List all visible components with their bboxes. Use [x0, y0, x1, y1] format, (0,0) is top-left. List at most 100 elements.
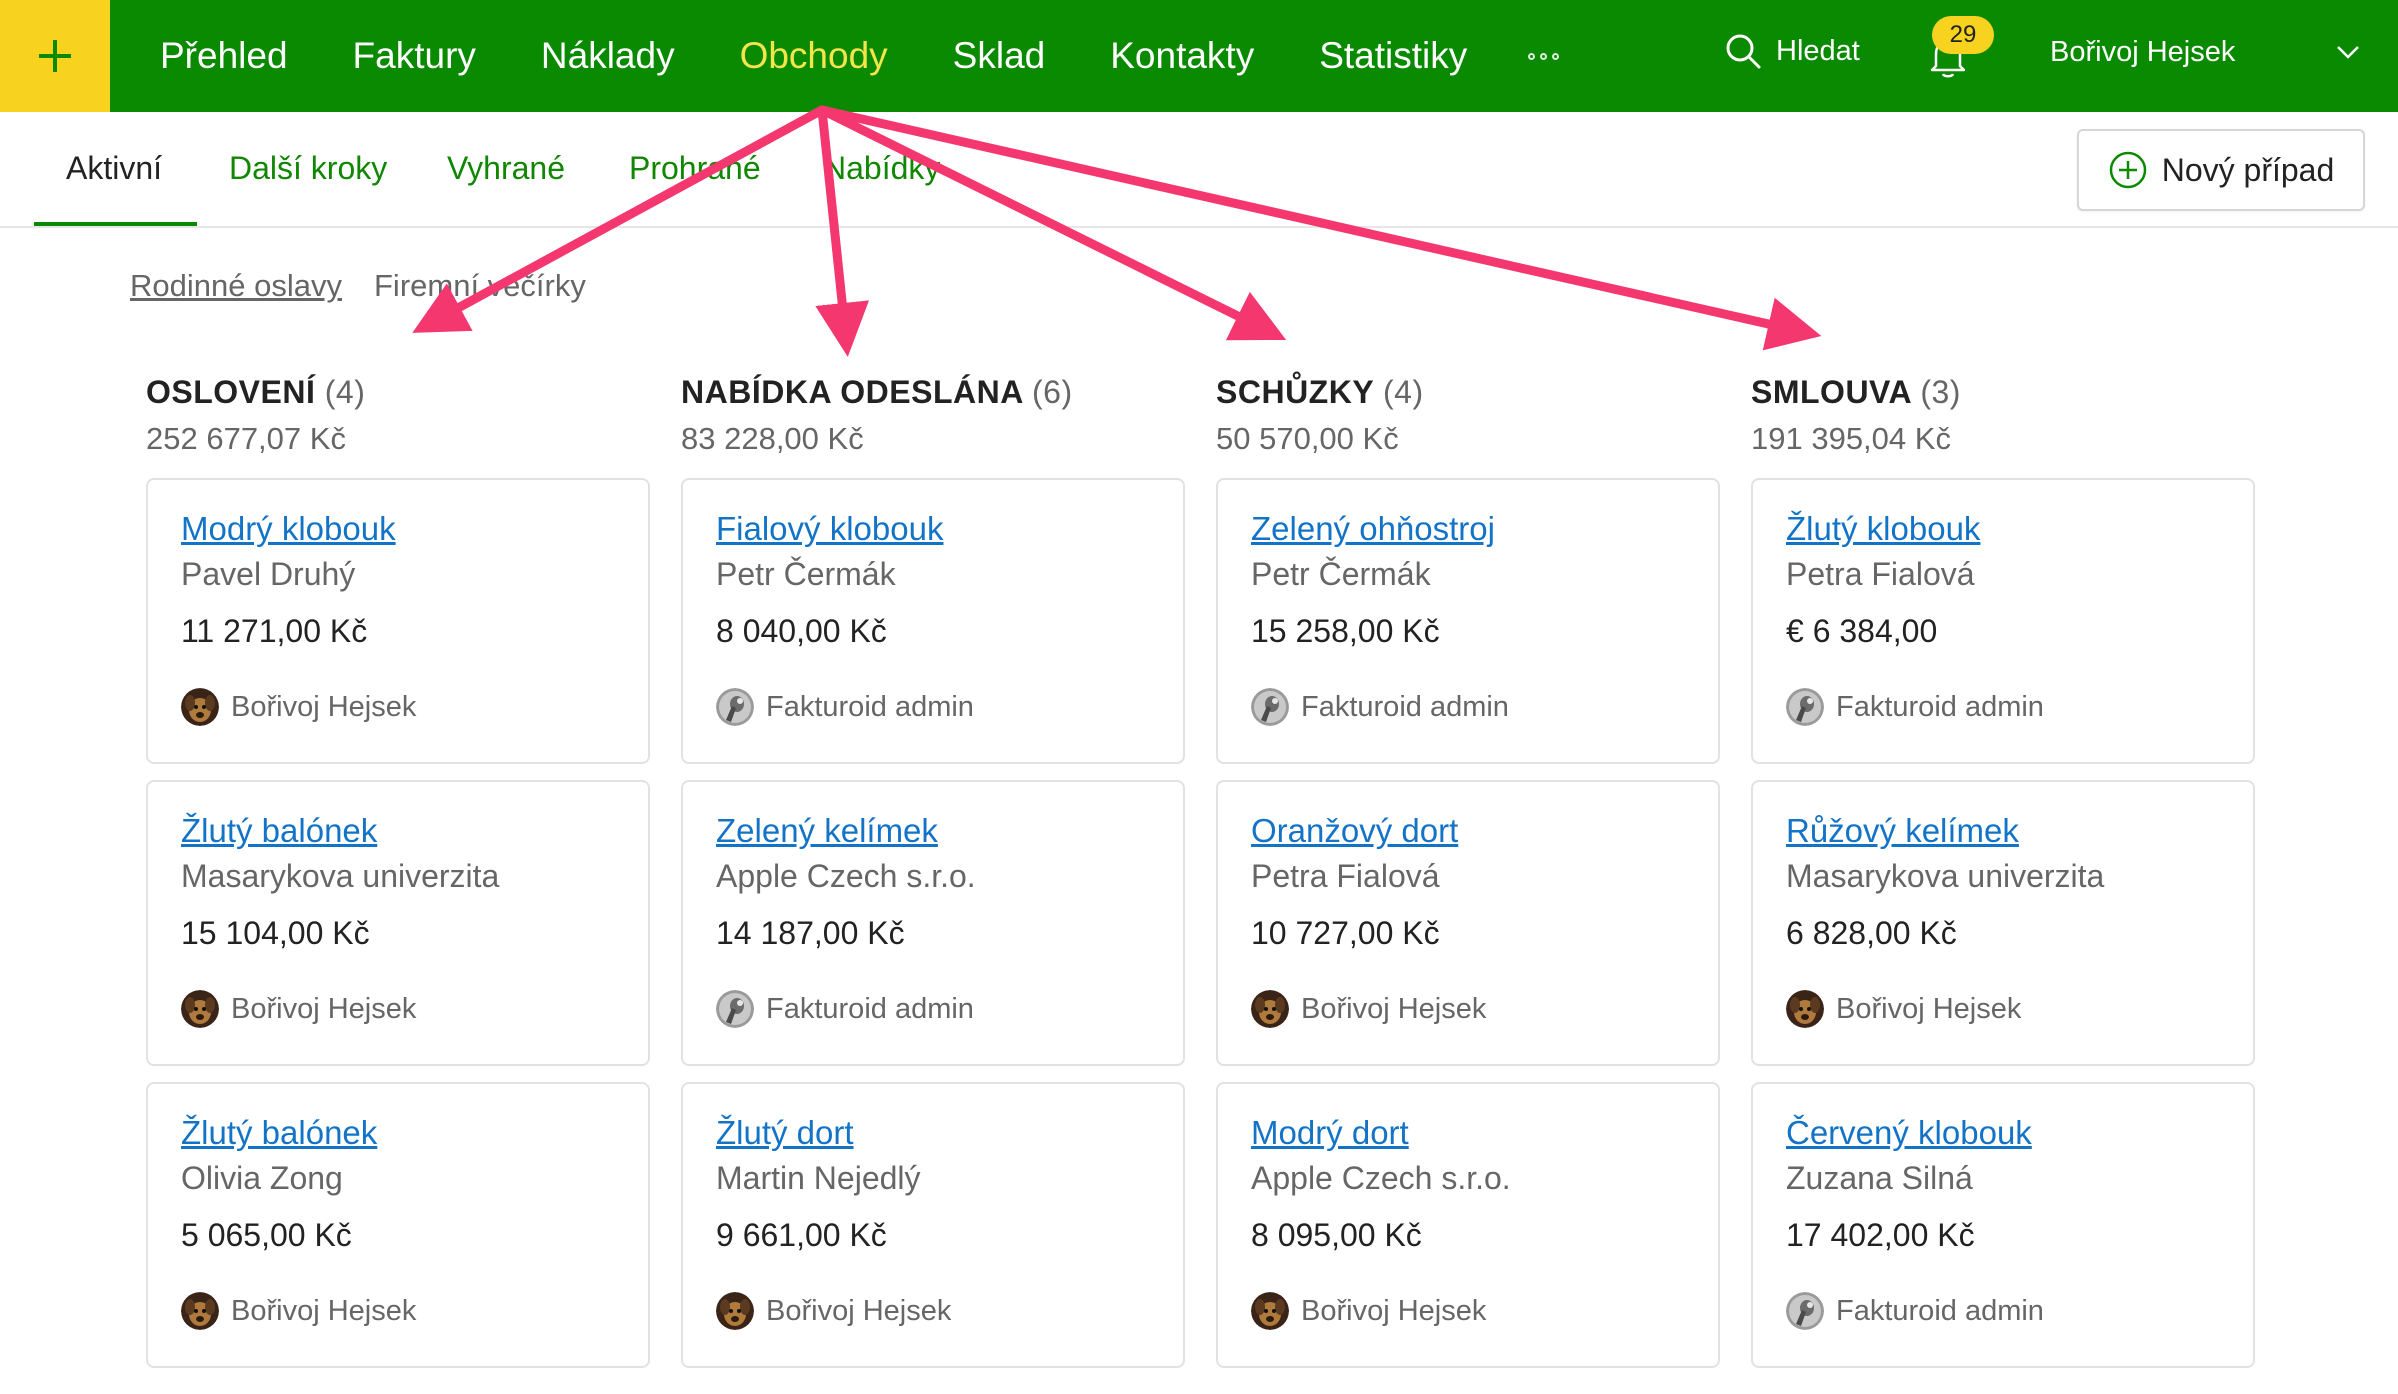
tab-dalsi-kroky[interactable]: Další kroky	[229, 150, 387, 187]
tab-prohrane[interactable]: Prohrané	[629, 150, 761, 187]
deal-amount: 10 727,00 Kč	[1251, 915, 1440, 951]
owner-name: Fakturoid admin	[1301, 690, 1509, 723]
deal-owner: Bořivoj Hejsek	[716, 1292, 1183, 1330]
deal-amount: 14 187,00 Kč	[716, 915, 905, 951]
nav-item-statistiky[interactable]: Statistiky	[1319, 35, 1467, 77]
nav-item-prehled[interactable]: Přehled	[160, 35, 288, 77]
deal-owner: Fakturoid admin	[1786, 1292, 2253, 1330]
deal-amount: 11 271,00 Kč	[181, 613, 368, 649]
deal-title-link[interactable]: Růžový kelímek	[1786, 812, 2253, 850]
avatar	[1251, 688, 1289, 726]
deal-title-link[interactable]: Žlutý klobouk	[1786, 510, 2253, 548]
deal-client: Zuzana Silná	[1786, 1160, 1973, 1196]
deal-title-link[interactable]: Červený klobouk	[1786, 1114, 2253, 1152]
deal-client: Petr Čermák	[716, 556, 896, 592]
chevron-down-icon[interactable]	[2336, 44, 2360, 60]
owner-name: Bořivoj Hejsek	[766, 1294, 952, 1327]
top-navigation-bar: Přehled Faktury Náklady Obchody Sklad Ko…	[0, 0, 2398, 112]
avatar	[716, 688, 754, 726]
more-dots-icon[interactable]	[1528, 52, 1560, 60]
nav-item-sklad[interactable]: Sklad	[953, 35, 1046, 77]
avatar	[716, 990, 754, 1028]
create-new-button[interactable]	[0, 0, 110, 112]
deal-client: Petra Fialová	[1251, 858, 1440, 894]
pipeline-rodinne-oslavy[interactable]: Rodinné oslavy	[130, 268, 342, 304]
column-stage-name: OSLOVENÍ	[146, 374, 316, 410]
deal-title-link[interactable]: Zelený kelímek	[716, 812, 1183, 850]
owner-name: Bořivoj Hejsek	[1301, 1294, 1487, 1327]
search-icon	[1726, 34, 1761, 69]
notification-badge: 29	[1932, 16, 1994, 54]
tab-vyhrane[interactable]: Vyhrané	[447, 150, 565, 187]
search-label: Hledat	[1776, 34, 1860, 67]
column-stage-name: NABÍDKA ODESLÁNA	[681, 374, 1023, 410]
deal-title-link[interactable]: Fialový klobouk	[716, 510, 1183, 548]
column-title: NABÍDKA ODESLÁNA (6)	[681, 374, 1185, 411]
deal-title-link[interactable]: Žlutý balónek	[181, 812, 648, 850]
avatar	[716, 1292, 754, 1330]
owner-name: Fakturoid admin	[1836, 1294, 2044, 1327]
column-total: 50 570,00 Kč	[1216, 421, 1399, 456]
avatar	[1786, 990, 1824, 1028]
deal-card[interactable]: Červený klobouk Zuzana Silná 17 402,00 Kč …	[1751, 1082, 2255, 1368]
deal-card[interactable]: Modrý klobouk Pavel Druhý 11 271,00 Kč Boř…	[146, 478, 650, 764]
deal-card[interactable]: Růžový kelímek Masarykova univerzita 6 828…	[1751, 780, 2255, 1066]
avatar	[181, 1292, 219, 1330]
deal-client: Petra Fialová	[1786, 556, 1975, 592]
column-total: 191 395,04 Kč	[1751, 421, 1951, 456]
new-case-label: Nový případ	[2161, 151, 2335, 188]
column-total: 83 228,00 Kč	[681, 421, 864, 456]
deal-title-link[interactable]: Žlutý balónek	[181, 1114, 648, 1152]
deal-owner: Fakturoid admin	[1786, 688, 2253, 726]
deal-amount: 15 258,00 Kč	[1251, 613, 1440, 649]
deal-amount: 6 828,00 Kč	[1786, 915, 1957, 951]
deal-owner: Bořivoj Hejsek	[1786, 990, 2253, 1028]
deal-amount: 15 104,00 Kč	[181, 915, 370, 951]
owner-name: Fakturoid admin	[1836, 690, 2044, 723]
tab-aktivni[interactable]: Aktivní	[66, 150, 162, 187]
active-tab-indicator	[34, 222, 197, 226]
column-count: (4)	[324, 374, 366, 410]
deal-title-link[interactable]: Oranžový dort	[1251, 812, 1718, 850]
pipeline-firemni-vecirky[interactable]: Firemní večírky	[374, 268, 586, 304]
nav-item-naklady[interactable]: Náklady	[541, 35, 675, 77]
deal-card[interactable]: Žlutý dort Martin Nejedlý 9 661,00 Kč Boři…	[681, 1082, 1185, 1368]
search-button[interactable]: Hledat	[1724, 32, 1860, 70]
nav-item-faktury[interactable]: Faktury	[353, 35, 476, 77]
plus-circle-icon	[2109, 151, 2146, 189]
avatar	[1251, 990, 1289, 1028]
nav-item-kontakty[interactable]: Kontakty	[1110, 35, 1254, 77]
deal-card[interactable]: Zelený kelímek Apple Czech s.r.o. 14 187,0…	[681, 780, 1185, 1066]
deal-title-link[interactable]: Žlutý dort	[716, 1114, 1183, 1152]
deal-card[interactable]: Fialový klobouk Petr Čermák 8 040,00 Kč Fa…	[681, 478, 1185, 764]
deal-title-link[interactable]: Zelený ohňostroj	[1251, 510, 1718, 548]
deal-card[interactable]: Modrý dort Apple Czech s.r.o. 8 095,00 Kč …	[1216, 1082, 1720, 1368]
column-count: (4)	[1382, 374, 1424, 410]
avatar	[181, 990, 219, 1028]
deal-card[interactable]: Žlutý balónek Masarykova univerzita 15 104…	[146, 780, 650, 1066]
pipeline-column: NABÍDKA ODESLÁNA (6) 83 228,00 Kč Fialový …	[681, 374, 1185, 1368]
tab-nabidky[interactable]: Nabídky	[823, 150, 940, 187]
user-menu[interactable]: Bořivoj Hejsek	[2050, 36, 2235, 69]
deal-card[interactable]: Žlutý klobouk Petra Fialová € 6 384,00 Fak…	[1751, 478, 2255, 764]
deal-title-link[interactable]: Modrý klobouk	[181, 510, 648, 548]
column-stage-name: SMLOUVA	[1751, 374, 1911, 410]
owner-name: Bořivoj Hejsek	[1836, 992, 2022, 1025]
column-count: (6)	[1032, 374, 1073, 410]
deal-card[interactable]: Žlutý balónek Olivia Zong 5 065,00 Kč Boři…	[146, 1082, 650, 1368]
deal-card[interactable]: Zelený ohňostroj Petr Čermák 15 258,00 Kč …	[1216, 478, 1720, 764]
column-stage-name: SCHŮZKY	[1216, 374, 1374, 410]
pipeline-column: OSLOVENÍ (4) 252 677,07 Kč Modrý klobouk Pa…	[146, 374, 650, 1368]
new-case-button[interactable]: Nový případ	[2077, 129, 2365, 211]
deal-client: Martin Nejedlý	[716, 1160, 921, 1196]
pipeline-column: SCHŮZKY (4) 50 570,00 Kč Zelený ohňostroj P…	[1216, 374, 1720, 1368]
deal-title-link[interactable]: Modrý dort	[1251, 1114, 1718, 1152]
deal-owner: Bořivoj Hejsek	[1251, 990, 1718, 1028]
avatar	[1786, 688, 1824, 726]
deal-card[interactable]: Oranžový dort Petra Fialová 10 727,00 Kč B…	[1216, 780, 1720, 1066]
avatar	[1251, 1292, 1289, 1330]
owner-name: Fakturoid admin	[766, 690, 974, 723]
column-total: 252 677,07 Kč	[146, 421, 346, 456]
nav-item-obchody[interactable]: Obchody	[740, 35, 888, 77]
deal-amount: 8 040,00 Kč	[716, 613, 887, 649]
